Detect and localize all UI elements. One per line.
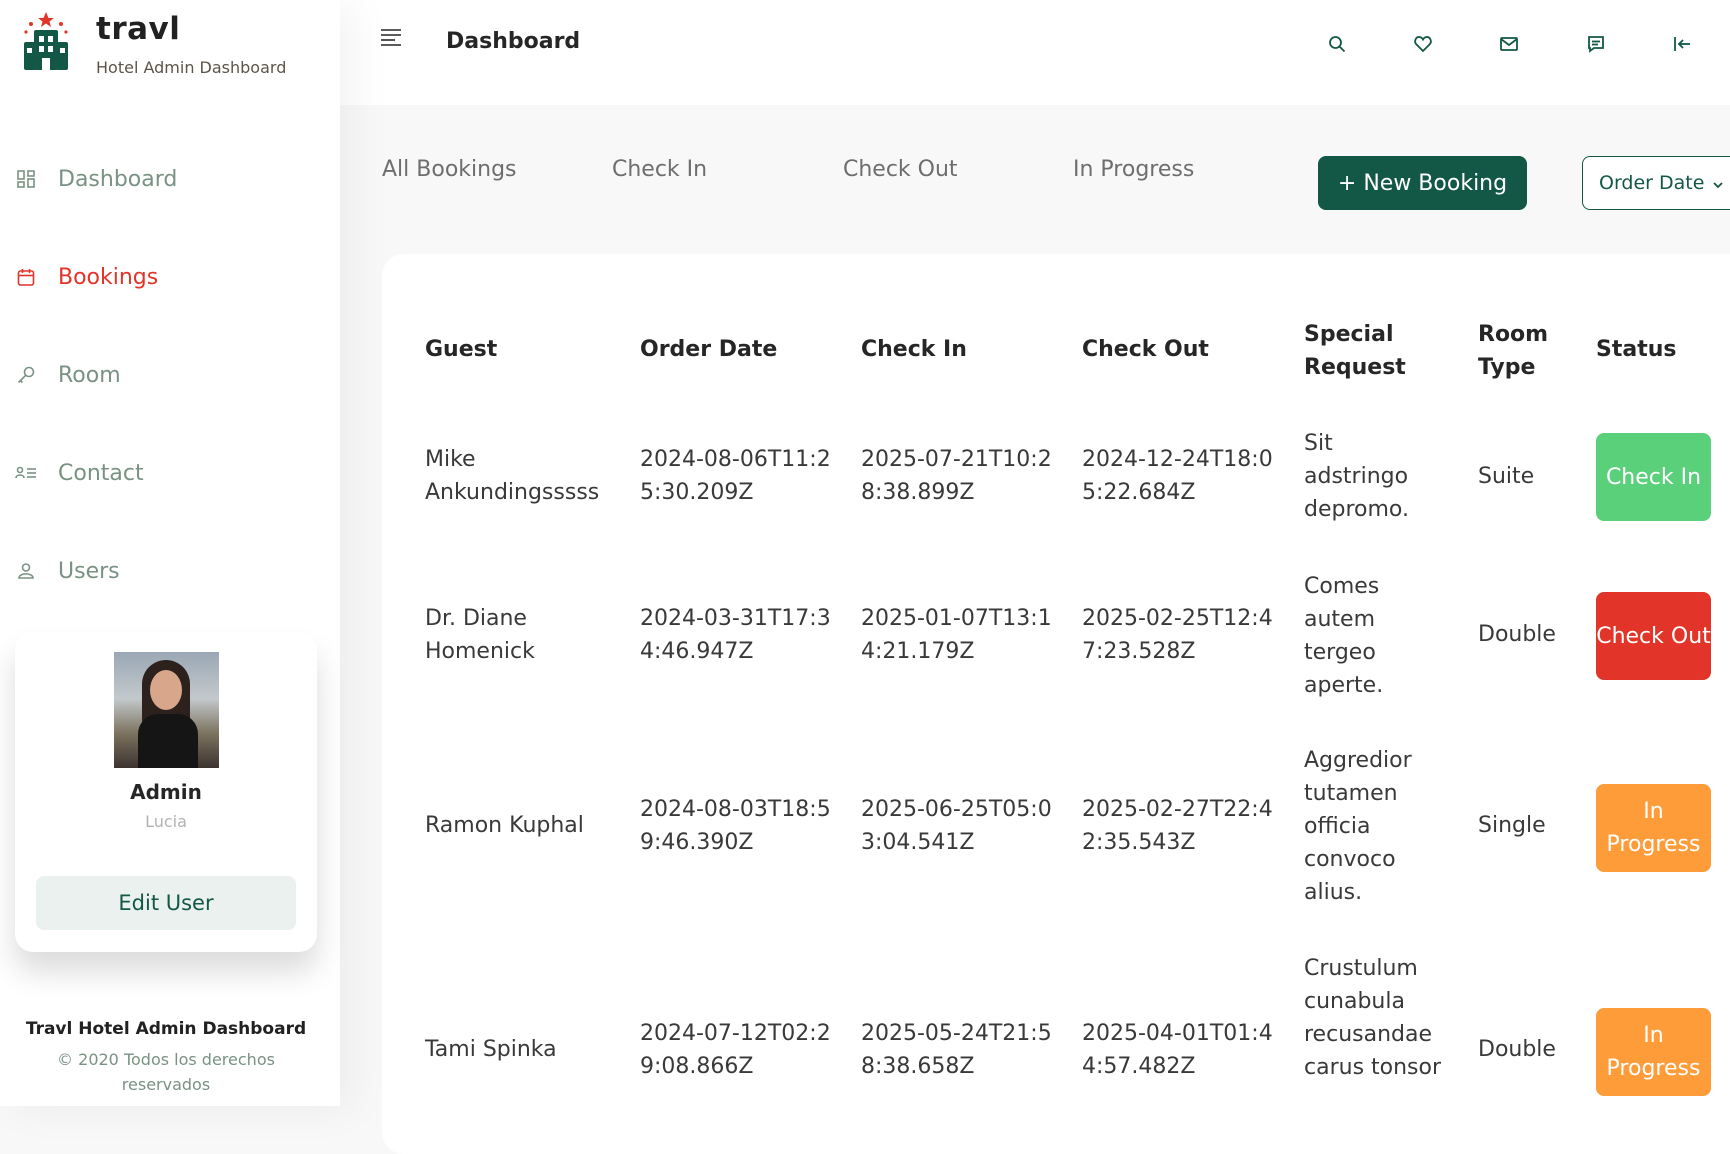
new-booking-button[interactable]: + New Booking [1318,156,1527,210]
cell-room-type: Double [1478,622,1556,647]
edit-user-button[interactable]: Edit User [36,876,296,930]
cell-guest: Dr. Diane Homenick [425,606,535,664]
sidebar-item-dashboard[interactable]: Dashboard [0,130,340,228]
cell-room-type: Suite [1478,464,1535,489]
status-badge[interactable]: Check Out [1596,592,1711,680]
sidebar-item-label: Users [58,558,120,584]
column-header-check-out[interactable]: Check Out [1082,333,1282,366]
cell-order-date: 2024-07-12T02:29:08.866Z [640,1021,831,1079]
cell-special-request: Aggredior tutamen officia convoco alius. [1304,748,1412,905]
cell-check-out: 2025-04-01T01:44:57.482Z [1082,1021,1273,1079]
sidebar-item-users[interactable]: Users [0,522,340,620]
sidebar-item-bookings[interactable]: Bookings [0,228,340,326]
cell-check-out: 2025-02-27T22:42:35.543Z [1082,797,1273,855]
order-date-select[interactable]: Order Date [1582,156,1730,210]
sidebar: travl Hotel Admin Dashboard Dashboard Bo… [0,0,340,1106]
brand[interactable]: travl Hotel Admin Dashboard [22,12,286,77]
cell-special-request: Crustulum cunabula recusandae carus tons… [1304,956,1442,1080]
cell-check-in: 2025-07-21T10:28:38.899Z [861,447,1052,505]
hotel-logo-icon [22,12,70,70]
tab-check-out[interactable]: Check Out [843,157,958,182]
cell-special-request: Comes autem tergeo aperte. [1304,574,1384,698]
cell-guest: Tami Spinka [425,1037,557,1062]
cell-order-date: 2024-08-03T18:59:46.390Z [640,797,831,855]
user-name: Admin [130,780,202,804]
column-header-status[interactable]: Status [1596,333,1716,366]
tab-in-progress[interactable]: In Progress [1073,157,1194,182]
cell-order-date: 2024-03-31T17:34:46.947Z [640,606,831,664]
brand-subtitle: Hotel Admin Dashboard [96,58,287,77]
sidebar-nav: Dashboard Bookings Room Contact Users [0,130,340,620]
bookings-table: Guest Order Date Check In Check Out Spec… [382,254,1730,1154]
footer-copyright: © 2020 Todos los derechos reservados [57,1050,275,1094]
status-badge[interactable]: In Progress [1596,1008,1711,1096]
column-header-room-type[interactable]: Room Type [1478,318,1568,384]
sidebar-item-room[interactable]: Room [0,326,340,424]
logout-icon[interactable] [1668,30,1696,58]
menu-icon[interactable] [380,28,402,48]
column-header-special-request[interactable]: Special Request [1304,318,1434,384]
sidebar-item-contact[interactable]: Contact [0,424,340,522]
mail-icon[interactable] [1495,30,1523,58]
top-header: Dashboard [340,0,1730,105]
contact-list-icon [14,461,38,485]
search-icon[interactable] [1323,30,1351,58]
cell-room-type: Double [1478,1037,1556,1062]
tab-check-in[interactable]: Check In [612,157,707,182]
user-card: Admin Lucia Edit User [15,632,317,952]
user-subtitle: Lucia [145,812,187,831]
footer-title: Travl Hotel Admin Dashboard [25,1019,307,1039]
cell-check-in: 2025-05-24T21:58:38.658Z [861,1021,1052,1079]
column-header-order-date[interactable]: Order Date [640,333,840,366]
cell-guest: Mike Ankundingsssss [425,447,600,505]
chevron-down-icon [1711,175,1725,197]
user-icon [14,559,38,583]
cell-order-date: 2024-08-06T11:25:30.209Z [640,447,831,505]
status-badge[interactable]: Check In [1596,433,1711,521]
cell-check-out: 2025-02-25T12:47:23.528Z [1082,606,1273,664]
brand-name: travl [96,11,181,47]
calendar-icon [14,265,38,289]
order-select-value: Order Date [1599,172,1705,194]
message-icon[interactable] [1582,30,1610,58]
sidebar-item-label: Dashboard [58,166,178,192]
tab-all-bookings[interactable]: All Bookings [382,157,517,182]
cell-guest: Ramon Kuphal [425,813,584,838]
dashboard-grid-icon [14,167,38,191]
sidebar-item-label: Contact [58,460,144,486]
cell-check-in: 2025-06-25T05:03:04.541Z [861,797,1052,855]
cell-room-type: Single [1478,813,1546,838]
heart-icon[interactable] [1409,30,1437,58]
avatar [114,652,219,768]
cell-check-in: 2025-01-07T13:14:21.179Z [861,606,1052,664]
column-header-guest[interactable]: Guest [425,333,595,366]
column-header-check-in[interactable]: Check In [861,333,1061,366]
sidebar-item-label: Room [58,362,121,388]
sidebar-item-label: Bookings [58,264,159,290]
status-badge[interactable]: In Progress [1596,784,1711,872]
cell-special-request: Sit adstringo depromo. [1304,431,1409,522]
page-title: Dashboard [446,29,581,54]
cell-check-out: 2024-12-24T18:05:22.684Z [1082,447,1273,505]
key-icon [14,363,38,387]
